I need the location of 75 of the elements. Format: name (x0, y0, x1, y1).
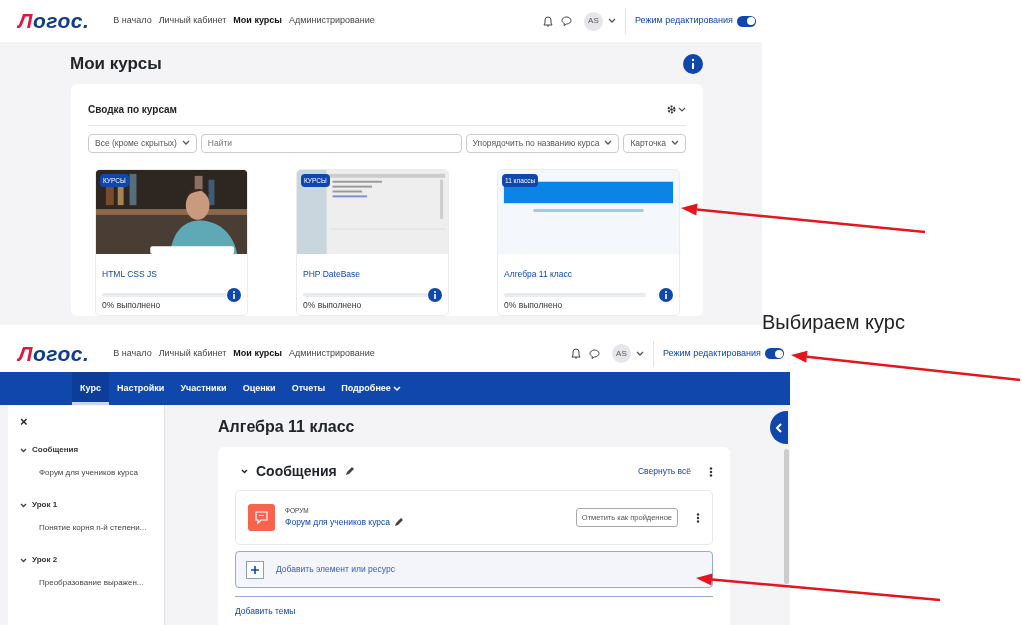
section-link[interactable]: Урок 2 (32, 554, 58, 566)
add-topics-link[interactable]: Добавить темы (235, 605, 296, 618)
block-title: Сводка по курсам (88, 102, 178, 117)
nav-link[interactable]: Администрирование (288, 346, 375, 361)
info-icon[interactable] (659, 287, 673, 302)
bell-icon[interactable] (542, 15, 553, 27)
filter-dropdown[interactable]: Все (кроме скрытых) (88, 133, 197, 153)
chevron-icon[interactable] (20, 447, 27, 453)
plus-icon (246, 560, 264, 579)
info-icon[interactable] (428, 287, 442, 302)
caret-icon[interactable] (635, 350, 644, 357)
logo[interactable]: Логос. (18, 5, 90, 37)
settings-icon[interactable] (667, 104, 686, 114)
info-icon[interactable] (683, 53, 703, 74)
drawer-toggle[interactable] (770, 411, 788, 444)
activity-link[interactable]: Понятие корня n-й степени... (20, 522, 164, 534)
nav-link[interactable]: Мои курсы (233, 14, 282, 28)
nav-link[interactable]: Мои курсы (233, 346, 282, 361)
chevron-icon[interactable] (20, 502, 27, 508)
activity-link[interactable]: Форум для учеников курса (20, 467, 164, 479)
course-link[interactable]: HTML CSS JS (102, 267, 157, 281)
filter-dropdown[interactable]: Карточка (623, 133, 686, 153)
toggle-switch[interactable] (765, 348, 784, 359)
user-avatar[interactable]: AS (583, 11, 603, 31)
pencil-icon[interactable] (394, 517, 403, 527)
activity-link[interactable]: Преобразование выражен... (20, 577, 164, 589)
pencil-icon[interactable] (344, 467, 354, 476)
chat-icon[interactable] (588, 348, 600, 359)
section-link[interactable]: Урок 1 (32, 499, 58, 511)
section-link[interactable]: Сообщения (32, 444, 79, 456)
chevron-icon[interactable] (241, 469, 248, 474)
toggle-switch[interactable] (737, 15, 756, 27)
nav-link[interactable]: В начало (113, 14, 152, 28)
scrollbar[interactable] (784, 449, 789, 584)
annotation-text: Выбираем курс (762, 310, 905, 335)
course-tab[interactable]: Курс (72, 372, 109, 405)
course-tab[interactable]: Подробнее (333, 372, 409, 405)
more-icon[interactable] (696, 512, 700, 523)
nav-link[interactable]: Администрирование (288, 14, 375, 28)
more-icon[interactable] (709, 466, 713, 477)
course-tab[interactable]: Настройки (108, 372, 173, 405)
chevron-icon (774, 422, 784, 433)
chat-icon[interactable] (560, 16, 572, 26)
caret-icon (671, 140, 679, 146)
logo[interactable]: Логос. (18, 337, 90, 370)
nav-link[interactable]: Личный кабинет (158, 14, 227, 28)
info-icon[interactable] (227, 287, 241, 302)
nav-link[interactable]: Личный кабинет (158, 346, 227, 361)
edit-mode-label[interactable]: Режим редактирования (634, 14, 733, 28)
caret-icon[interactable] (607, 18, 616, 24)
course-title: Алгебра 11 класс (218, 417, 356, 437)
forum-icon (248, 504, 275, 531)
search-field[interactable]: Найти (200, 133, 462, 153)
progress-text: 0% выполнено (504, 298, 564, 312)
collapse-all-link[interactable]: Свернуть всё (637, 465, 691, 478)
page-title: Мои курсы (70, 53, 162, 75)
course-tab[interactable]: Оценки (234, 372, 284, 405)
nav-link[interactable]: В начало (113, 346, 152, 361)
bell-icon[interactable] (570, 348, 581, 359)
course-link[interactable]: Алгебра 11 класс (504, 267, 573, 281)
edit-mode-label[interactable]: Режим редактирования (662, 346, 761, 361)
caret-icon (604, 140, 613, 146)
course-tab[interactable]: Отчеты (283, 372, 334, 405)
section-title: Сообщения (256, 462, 337, 481)
caret-icon (181, 140, 190, 146)
add-activity-button[interactable]: Добавить элемент или ресурс (235, 551, 713, 588)
progress-text: 0% выполнено (102, 298, 162, 312)
activity-link[interactable]: Форум для учеников курса (285, 516, 390, 529)
close-button[interactable]: × (20, 415, 30, 428)
filter-dropdown[interactable]: Упорядочить по названию курса (465, 133, 620, 153)
progress-text: 0% выполнено (303, 298, 363, 312)
course-tab[interactable]: Участники (172, 372, 235, 405)
user-avatar[interactable]: AS (611, 344, 631, 363)
chevron-icon[interactable] (20, 557, 27, 563)
course-link[interactable]: PHP DateBase (303, 267, 360, 281)
